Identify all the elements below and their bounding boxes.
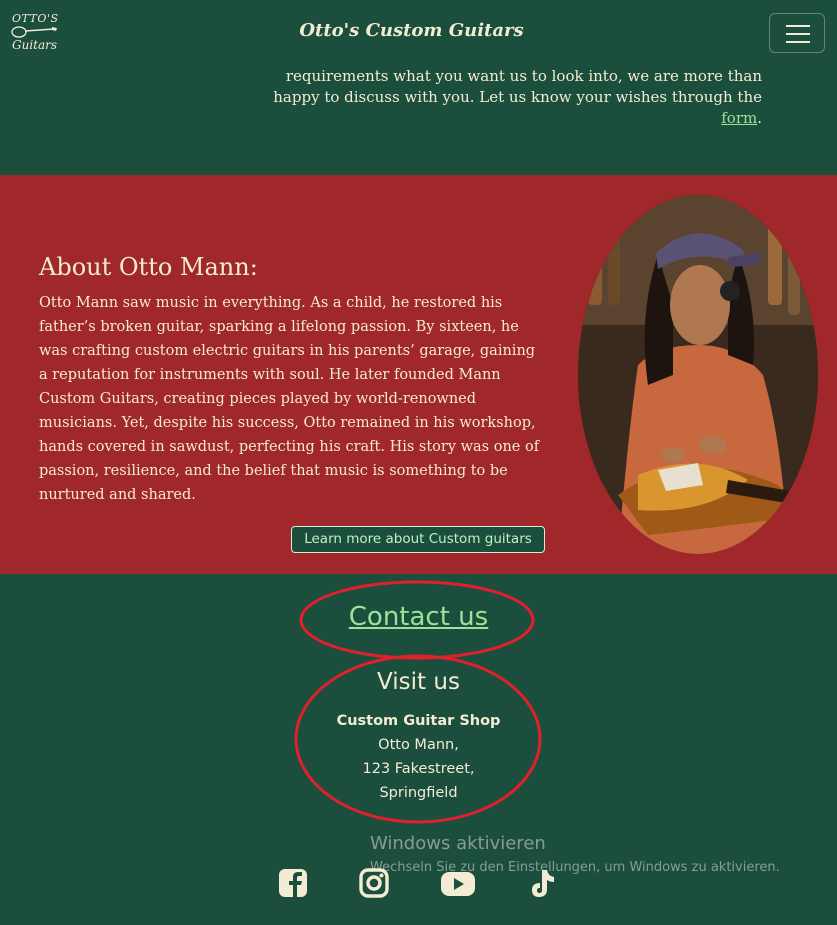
hamburger-line: [786, 33, 810, 35]
instagram-icon[interactable]: [357, 866, 395, 902]
facebook-icon[interactable]: [276, 866, 314, 902]
otto-portrait-image: [578, 195, 818, 554]
intro-section: requirements what you want us to look in…: [0, 64, 837, 175]
intro-text: requirements what you want us to look in…: [273, 67, 762, 127]
about-title: About Otto Mann:: [39, 253, 258, 281]
form-link[interactable]: form: [721, 109, 757, 127]
tiktok-icon[interactable]: [525, 866, 563, 902]
brand-title[interactable]: Otto's Custom Guitars: [0, 20, 837, 41]
navbar: OTTO'S Guitars Otto's Custom Guitars: [0, 0, 837, 64]
hamburger-menu-icon: [786, 25, 810, 27]
menu-toggle-button[interactable]: [769, 13, 825, 53]
about-body: Otto Mann saw music in everything. As a …: [39, 295, 540, 503]
contact-us-link[interactable]: Contact us: [0, 602, 837, 632]
windows-activation-watermark: Windows aktivieren Wechseln Sie zu den E…: [370, 833, 780, 875]
hamburger-line: [786, 41, 810, 43]
watermark-title: Windows aktivieren: [370, 833, 546, 854]
youtube-icon[interactable]: [439, 866, 479, 902]
visit-us-heading: Visit us: [377, 669, 460, 695]
about-section: About Otto Mann: Otto Mann saw music in …: [0, 175, 837, 574]
shop-name: Custom Guitar Shop: [336, 713, 501, 729]
owner-name: Otto Mann,: [378, 737, 459, 753]
street-address: 123 Fakestreet,: [362, 761, 475, 777]
address-block: Custom Guitar Shop Otto Mann, 123 Fakest…: [0, 709, 837, 805]
learn-more-button[interactable]: Learn more about Custom guitars: [291, 526, 545, 553]
portrait-illustration: [578, 195, 818, 554]
watermark-subtitle: Wechseln Sie zu den Einstellungen, um Wi…: [370, 860, 780, 875]
city: Springfield: [379, 785, 458, 801]
